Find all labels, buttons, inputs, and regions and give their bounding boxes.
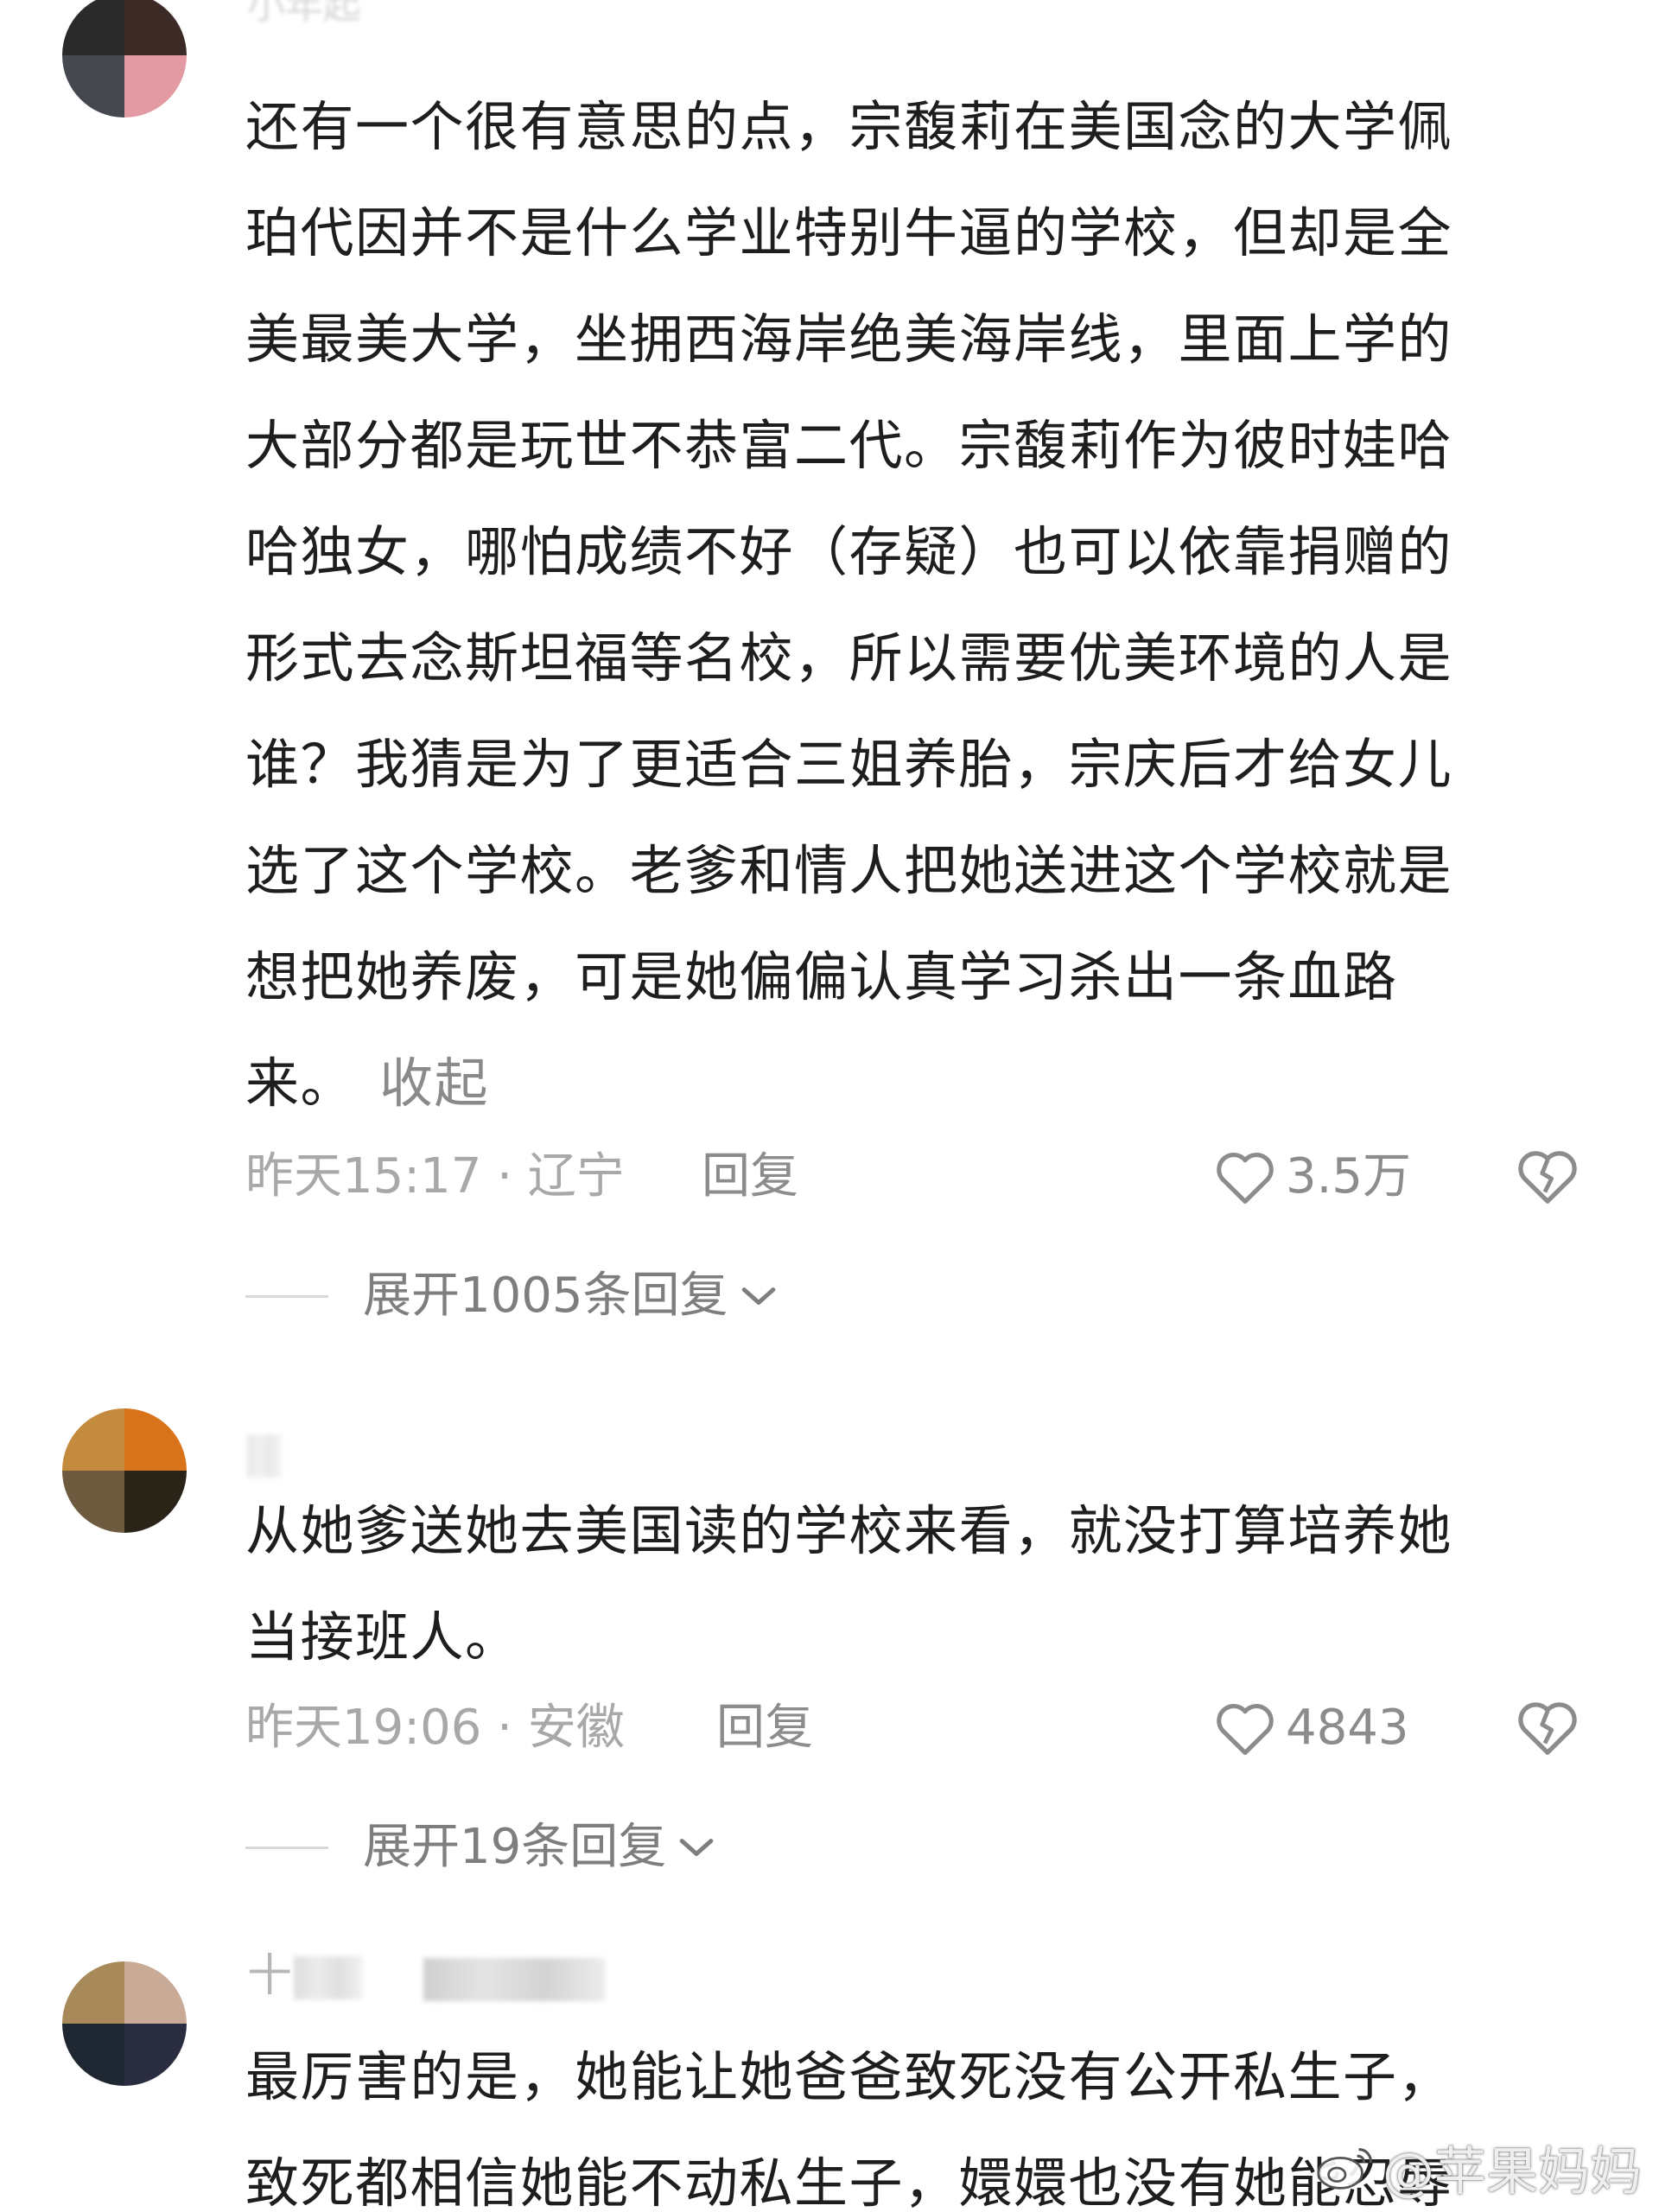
dislike-button[interactable] bbox=[1516, 1146, 1580, 1225]
broken-heart-icon bbox=[1518, 1702, 1577, 1755]
watermark: @苹果妈妈 bbox=[1315, 2130, 1642, 2205]
avatar-tile bbox=[124, 2024, 187, 2086]
heart-outline-icon bbox=[1217, 1153, 1274, 1205]
comment-body: 从她爹送她去美国读的学校来看，就没打算培养她 当接班人。 bbox=[245, 1499, 1453, 1669]
weibo-logo-icon bbox=[1317, 2147, 1372, 2190]
avatar[interactable] bbox=[62, 1408, 187, 1533]
comment-feed: 小年起 还有一个很有意思的点，宗馥莉在美国念的大学佩 珀代因并不是什么学业特别牛… bbox=[0, 0, 1659, 2212]
avatar[interactable] bbox=[62, 1961, 187, 2086]
broken-heart-icon bbox=[1518, 1151, 1577, 1204]
avatar-tile bbox=[62, 0, 124, 55]
divider bbox=[245, 1294, 328, 1298]
comment-text: 从她爹送她去美国读的学校来看，就没打算培养她 当接班人。 bbox=[245, 1478, 1593, 1690]
username[interactable] bbox=[247, 1434, 282, 1478]
avatar-tile bbox=[124, 55, 187, 118]
avatar[interactable] bbox=[62, 0, 187, 118]
reply-button[interactable]: 回复 bbox=[702, 1142, 798, 1211]
comment-body: 最厉害的是，她能让她爸爸致死没有公开私生子， 致死都相信她能不动私生子，嬛嬛也没… bbox=[245, 2045, 1453, 2212]
expand-replies-label: 展开19条回复 bbox=[363, 1819, 667, 1875]
comment-meta: 昨天15:17 · 辽宁 回复 3.5万 bbox=[245, 1142, 1593, 1211]
avatar-tile bbox=[124, 1471, 187, 1533]
avatar-tile bbox=[62, 1408, 124, 1471]
avatar-tile bbox=[124, 0, 187, 55]
avatar-tile bbox=[62, 2024, 124, 2086]
username[interactable]: 十 bbox=[247, 1954, 292, 1999]
collapse-link[interactable]: 收起 bbox=[379, 1052, 489, 1115]
like-count: 4843 bbox=[1286, 1700, 1409, 1756]
avatar-tile bbox=[124, 1408, 187, 1471]
reply-button[interactable]: 回复 bbox=[716, 1694, 813, 1763]
avatar-tile bbox=[62, 1961, 124, 2024]
comment-body: 还有一个很有意思的点，宗馥莉在美国念的大学佩 珀代因并不是什么学业特别牛逼的学校… bbox=[245, 95, 1453, 1115]
like-button[interactable]: 3.5万 bbox=[1213, 1142, 1411, 1211]
expand-replies-button[interactable]: 展开1005条回复 bbox=[245, 1262, 779, 1331]
avatar-tile bbox=[62, 1471, 124, 1533]
divider bbox=[245, 1846, 328, 1849]
heart-outline-icon bbox=[1217, 1704, 1274, 1756]
avatar-tile bbox=[124, 1961, 187, 2024]
expand-replies-label: 展开1005条回复 bbox=[363, 1268, 728, 1324]
chevron-down-icon bbox=[741, 1287, 775, 1305]
avatar-tile bbox=[62, 55, 124, 118]
username[interactable]: 小年起 bbox=[247, 0, 361, 28]
username-blur bbox=[423, 1958, 605, 2001]
watermark-text: @苹果妈妈 bbox=[1382, 2142, 1642, 2202]
username-blur bbox=[294, 1956, 363, 1999]
like-count: 3.5万 bbox=[1286, 1148, 1412, 1205]
timestamp-location: 昨天19:06 · 安徽 bbox=[245, 1700, 625, 1756]
like-button[interactable]: 4843 bbox=[1213, 1694, 1409, 1763]
comment-text: 还有一个很有意思的点，宗馥莉在美国念的大学佩 珀代因并不是什么学业特别牛逼的学校… bbox=[245, 73, 1593, 1136]
chevron-down-icon bbox=[679, 1839, 714, 1856]
timestamp-location: 昨天15:17 · 辽宁 bbox=[245, 1148, 625, 1205]
expand-replies-button[interactable]: 展开19条回复 bbox=[245, 1813, 716, 1882]
dislike-button[interactable] bbox=[1516, 1697, 1580, 1777]
comment-meta: 昨天19:06 · 安徽 回复 4843 bbox=[245, 1694, 1593, 1763]
